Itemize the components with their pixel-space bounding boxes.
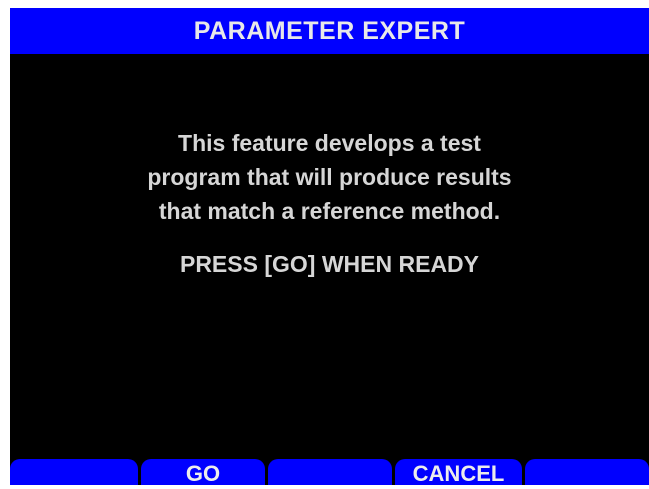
softkey-1[interactable] bbox=[10, 459, 138, 485]
softkey-5[interactable] bbox=[525, 459, 649, 485]
cancel-button[interactable]: CANCEL bbox=[395, 459, 522, 486]
feature-description: This feature develops a test program tha… bbox=[10, 126, 649, 228]
description-line-3: that match a reference method. bbox=[158, 198, 501, 224]
instrument-screen: PARAMETER EXPERT This feature develops a… bbox=[10, 8, 649, 486]
description-line-2: program that will produce results bbox=[147, 164, 512, 190]
go-button[interactable]: GO bbox=[141, 459, 265, 486]
page-title: PARAMETER EXPERT bbox=[193, 17, 466, 45]
title-bar: PARAMETER EXPERT bbox=[10, 8, 649, 54]
ready-prompt: PRESS [GO] WHEN READY bbox=[179, 251, 480, 277]
softkey-bar: GO CANCEL bbox=[10, 459, 649, 486]
description-line-1: This feature develops a test bbox=[178, 130, 481, 156]
softkey-3[interactable] bbox=[268, 459, 392, 485]
